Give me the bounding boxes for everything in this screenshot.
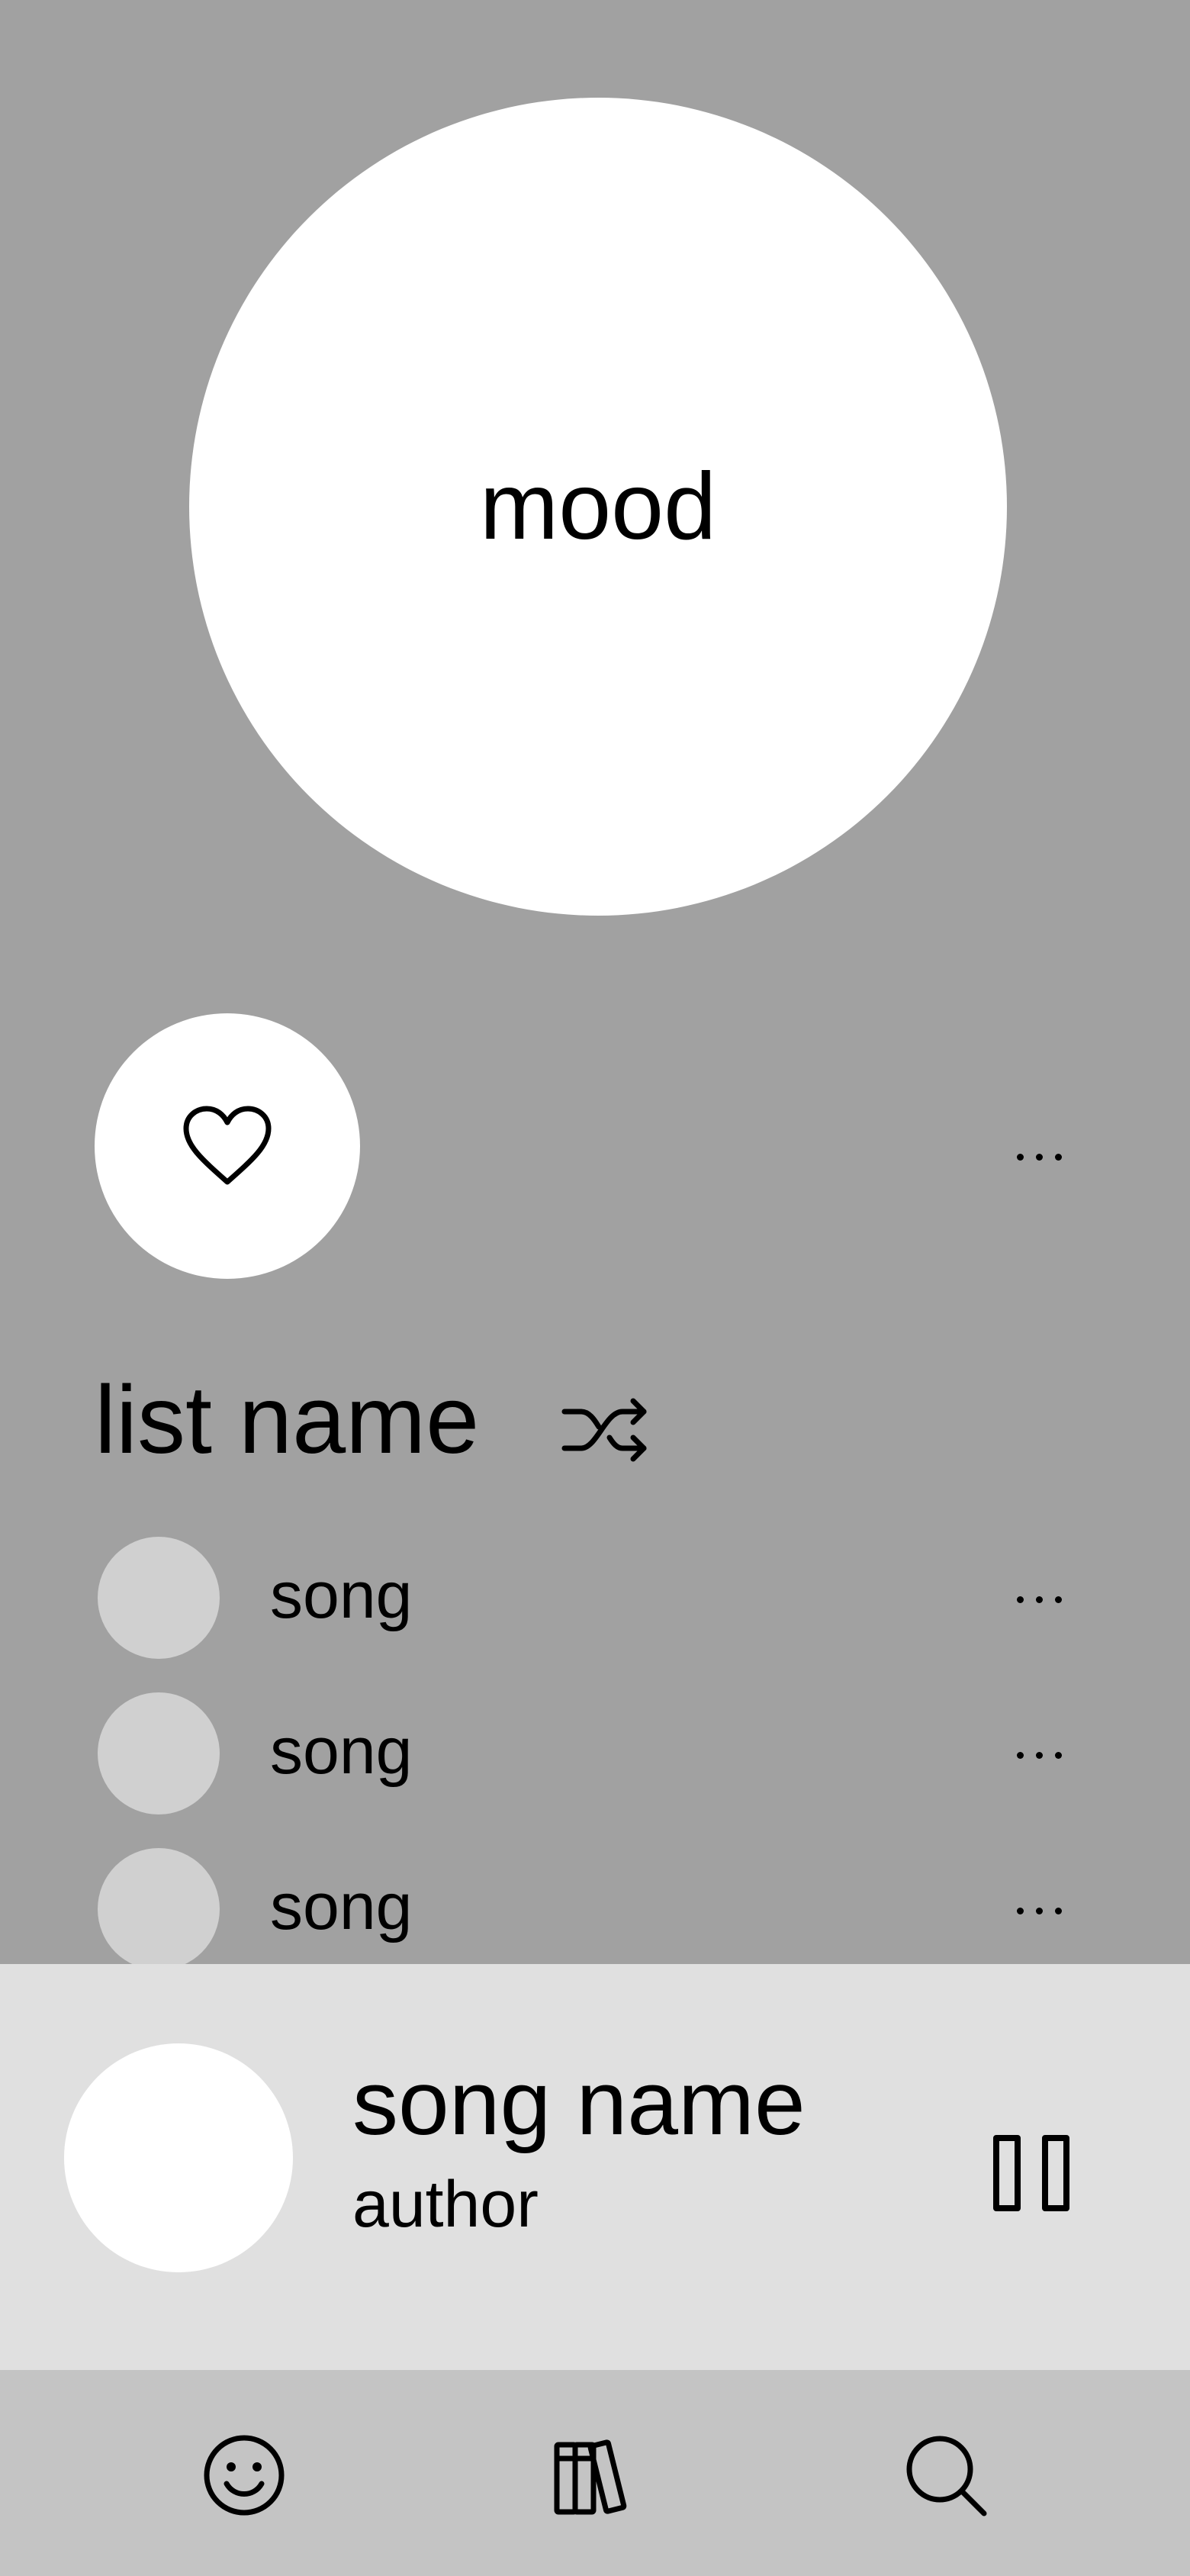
song-thumbnail xyxy=(98,1848,220,1970)
list-item[interactable]: song xyxy=(0,1692,1190,1822)
pause-button[interactable] xyxy=(993,2135,1069,2219)
list-title: list name xyxy=(95,1366,480,1473)
heart-icon xyxy=(183,1106,272,1185)
nav-search[interactable] xyxy=(900,2429,992,2521)
mood-label: mood xyxy=(479,454,717,559)
song-title: song xyxy=(270,1715,413,1788)
song-title: song xyxy=(270,1870,413,1943)
more-options-button[interactable] xyxy=(1017,1908,1062,1914)
list-item[interactable]: song xyxy=(0,1537,1190,1666)
now-playing-bar[interactable]: song name author xyxy=(0,1964,1190,2370)
like-button[interactable] xyxy=(95,1013,360,1279)
more-options-button[interactable] xyxy=(1017,1752,1062,1759)
more-options-button[interactable] xyxy=(1017,1596,1062,1603)
list-item[interactable]: song xyxy=(0,1848,1190,1978)
shuffle-icon[interactable] xyxy=(560,1393,650,1467)
mood-circle[interactable]: mood xyxy=(189,98,1007,916)
library-icon xyxy=(554,2439,627,2515)
song-thumbnail xyxy=(98,1692,220,1814)
now-playing-author: author xyxy=(352,2168,539,2241)
song-title: song xyxy=(270,1559,413,1632)
nav-library[interactable] xyxy=(549,2429,641,2521)
now-playing-title: song name xyxy=(352,2052,806,2154)
pause-icon xyxy=(993,2135,1021,2211)
bottom-navigation xyxy=(0,2370,1190,2576)
nav-mood[interactable] xyxy=(198,2429,290,2521)
more-options-button[interactable] xyxy=(1017,1154,1062,1161)
album-cover xyxy=(64,2043,293,2272)
song-thumbnail xyxy=(98,1537,220,1659)
search-icon xyxy=(906,2436,987,2516)
smiley-icon xyxy=(204,2435,285,2516)
